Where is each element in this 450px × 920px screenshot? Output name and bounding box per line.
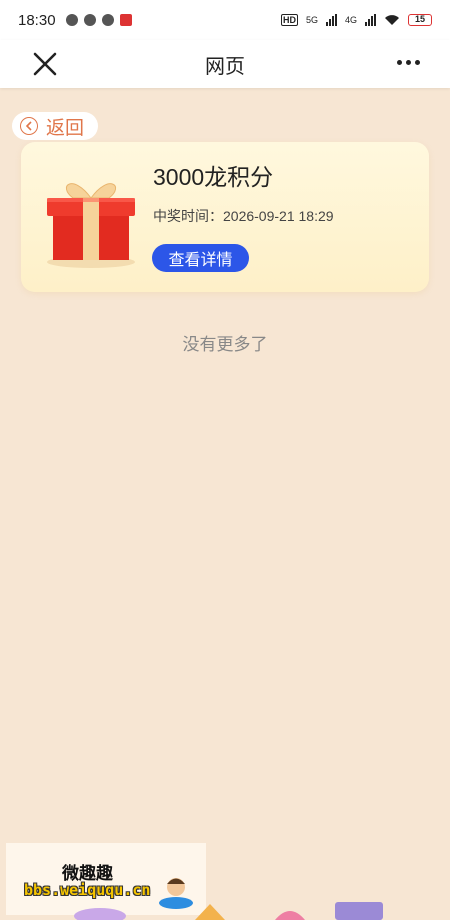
wifi-icon: [385, 15, 399, 25]
status-time: 18:30: [18, 11, 56, 29]
prize-time: 中奖时间：2026-09-21 18:29: [153, 206, 334, 226]
network-5g-label: 5G: [305, 15, 318, 25]
prize-time-label: 中奖时间：: [153, 208, 223, 224]
gift-box-icon: [47, 183, 135, 268]
app-badge-icon: [119, 14, 132, 26]
status-bar: 18:30 HD 5G 4G 15: [0, 0, 450, 40]
back-button[interactable]: 返回: [12, 112, 98, 140]
message-icon: [83, 14, 96, 26]
prize-time-value: 2026-09-21 18:29: [223, 208, 334, 224]
bottom-decoration: [74, 902, 383, 920]
status-indicators: HD 5G 4G 15: [280, 14, 432, 26]
view-details-button[interactable]: 查看详情: [152, 244, 249, 272]
signal-icon-2: [365, 14, 376, 26]
close-icon[interactable]: [30, 49, 60, 79]
battery-indicator: 15: [408, 14, 432, 26]
more-dots-icon[interactable]: [397, 60, 420, 65]
back-label: 返回: [46, 117, 85, 139]
signal-icon: [325, 14, 337, 26]
list-end-text: 没有更多了: [182, 335, 268, 354]
watermark-url: bbs.weiququ.cn: [24, 881, 151, 899]
prize-card: 3000龙积分 中奖时间：2026-09-21 18:29 查看详情: [21, 142, 429, 292]
wechat-icon: [65, 14, 78, 26]
chevron-left-icon: [20, 117, 38, 135]
network-4g-label: 4G: [344, 15, 357, 25]
app-icon: [101, 14, 114, 26]
notification-icons: [65, 14, 132, 26]
navigation-bar: 网页: [0, 40, 450, 88]
page-title: 网页: [205, 55, 245, 78]
hd-icon: HD: [280, 14, 298, 26]
prize-title: 3000龙积分: [153, 164, 274, 190]
